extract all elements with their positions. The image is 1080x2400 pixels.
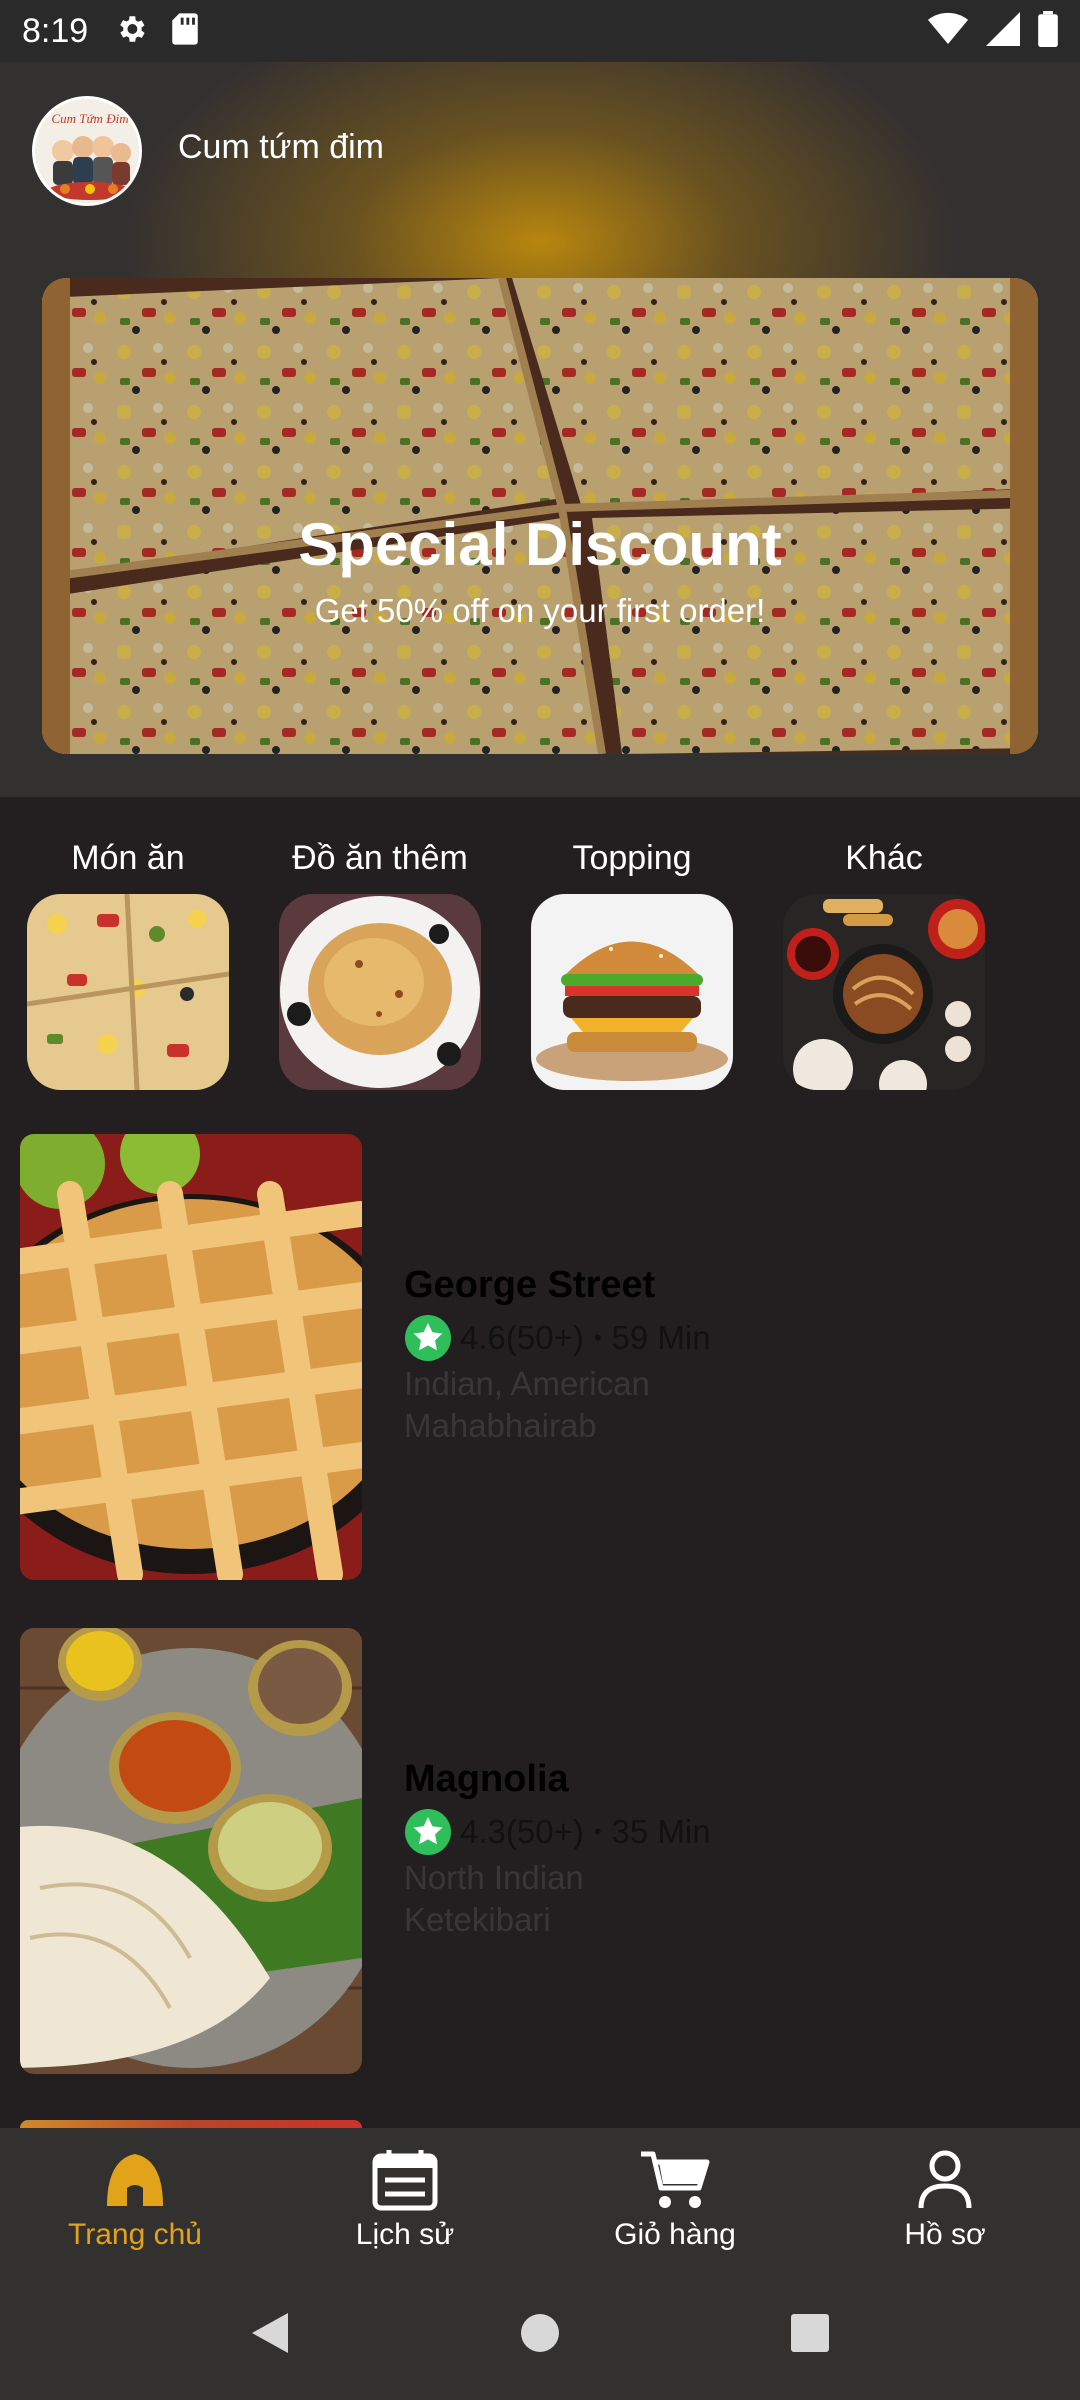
restaurant-location: Mahabhairab <box>404 1407 597 1444</box>
meta-separator: • <box>593 1819 602 1844</box>
star-icon <box>404 1808 452 1856</box>
banner-subtitle: Get 50% off on your first order! <box>314 592 766 629</box>
bottom-navigation: Trang chủ Lịch sử Giỏ hàng Hồ sơ <box>0 2128 1080 2270</box>
restaurant-cuisine: North Indian <box>404 1859 584 1896</box>
nav-label: Giỏ hàng <box>614 2218 736 2251</box>
svg-text:Cum Tứm Đim: Cum Tứm Đim <box>51 111 128 126</box>
category-khac[interactable]: Khác <box>774 830 994 1090</box>
meta-separator: • <box>593 1325 602 1350</box>
restaurant-card[interactable]: George Street 4.6(50+) • 59 Min Indian, … <box>0 1134 1080 1580</box>
wifi-icon <box>928 12 968 51</box>
nav-cart[interactable]: Giỏ hàng <box>540 2128 810 2270</box>
header: Cum Tứm Đim Cum tứm đim Special Discount… <box>0 62 1080 797</box>
pizza-image <box>27 894 229 1090</box>
restaurant-card[interactable]: Magnolia 4.3(50+) • 35 Min North Indian … <box>0 1628 1080 2074</box>
status-time: 8:19 <box>22 11 89 50</box>
banner-title: Special Discount <box>298 511 782 578</box>
delivery-time: 35 Min <box>611 1813 711 1850</box>
star-icon <box>404 1314 452 1362</box>
battery-icon <box>1038 10 1058 52</box>
category-label: Topping <box>572 839 692 877</box>
home-icon <box>101 2146 169 2214</box>
system-navigation-bar <box>0 2270 1080 2400</box>
gear-icon <box>114 12 148 51</box>
sd-card-icon <box>170 12 200 51</box>
status-bar: 8:19 <box>0 0 1080 62</box>
apple-pie-image <box>20 1134 362 1580</box>
noodles-platter-image <box>783 894 985 1090</box>
category-mon-an[interactable]: Món ăn <box>18 830 238 1090</box>
home-circle-icon[interactable] <box>520 2313 560 2358</box>
avatar[interactable]: Cum Tứm Đim <box>32 96 142 206</box>
app-name: Cum tứm đim <box>178 128 384 166</box>
calendar-icon <box>371 2146 439 2214</box>
nav-label: Lịch sử <box>355 2218 455 2251</box>
delivery-time: 59 Min <box>611 1319 711 1356</box>
category-label: Đồ ăn thêm <box>292 839 468 877</box>
nav-label: Hồ sơ <box>904 2218 986 2251</box>
promo-banner[interactable]: Special Discount Get 50% off on your fir… <box>42 278 1038 754</box>
dosa-thali-image <box>20 1628 362 2074</box>
nav-label: Trang chủ <box>68 2218 202 2251</box>
cart-icon <box>639 2146 711 2214</box>
category-topping[interactable]: Topping <box>522 830 742 1090</box>
restaurant-location: Ketekibari <box>404 1901 551 1938</box>
restaurant-rating: 4.3(50+) <box>460 1813 584 1850</box>
restaurant-name: George Street <box>404 1264 656 1306</box>
recents-icon[interactable] <box>790 2313 830 2358</box>
burger-image <box>531 894 733 1090</box>
signal-icon <box>986 11 1020 51</box>
restaurant-cuisine: Indian, American <box>404 1365 650 1402</box>
category-label: Khác <box>845 839 923 877</box>
category-label: Món ăn <box>71 839 185 877</box>
person-icon <box>915 2146 975 2214</box>
nav-profile[interactable]: Hồ sơ <box>810 2128 1080 2270</box>
back-icon[interactable] <box>250 2311 290 2360</box>
nav-home[interactable]: Trang chủ <box>0 2128 270 2270</box>
category-do-an-them[interactable]: Đồ ăn thêm <box>270 830 490 1090</box>
restaurant-rating: 4.6(50+) <box>460 1319 584 1356</box>
restaurant-name: Magnolia <box>404 1758 569 1800</box>
category-list: Món ăn Đồ ăn thêm Topping Khác <box>0 830 1080 1100</box>
fried-rice-image <box>279 894 481 1090</box>
nav-history[interactable]: Lịch sử <box>270 2128 540 2270</box>
